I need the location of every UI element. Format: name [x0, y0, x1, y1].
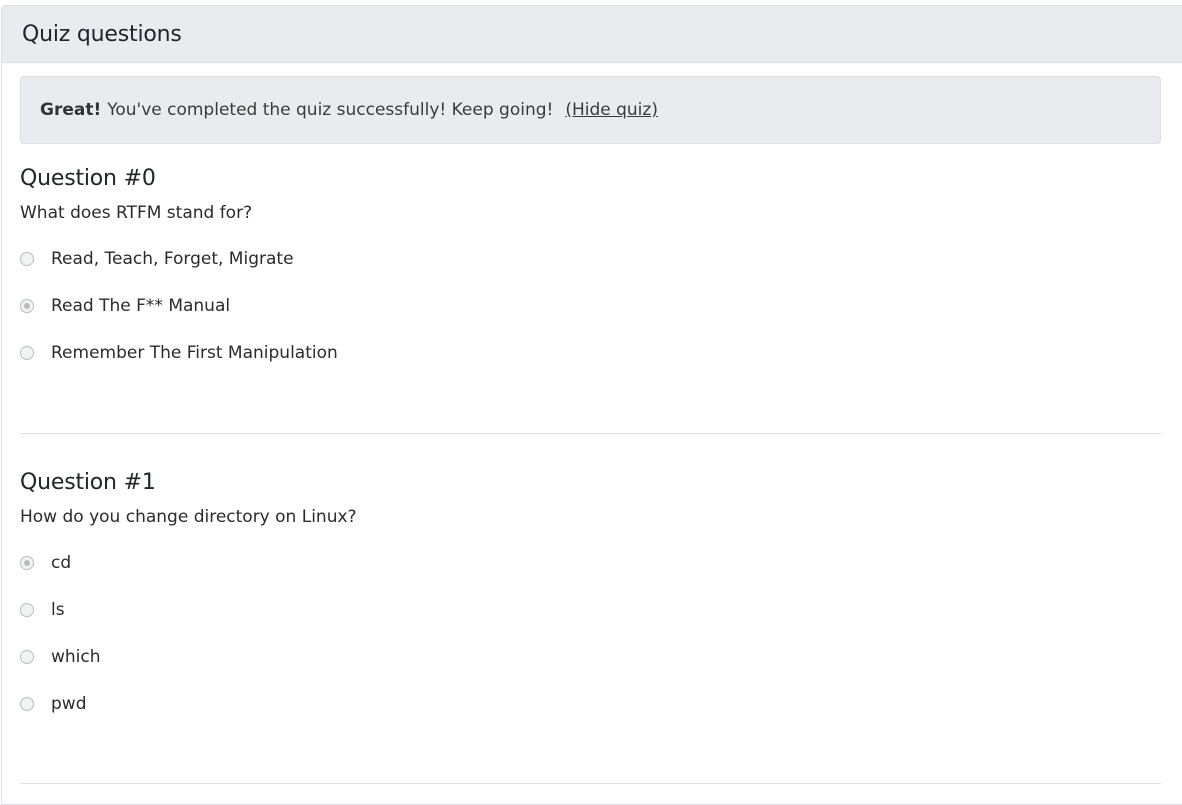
answer-label: which — [51, 646, 101, 667]
question-1: Question #1 How do you change directory … — [20, 470, 1161, 727]
radio-button[interactable] — [20, 298, 34, 313]
answer-option[interactable]: ls — [20, 586, 1161, 633]
question-text: How do you change directory on Linux? — [20, 507, 357, 527]
alert-message: You've completed the quiz successfully! … — [107, 100, 554, 120]
question-text: What does RTFM stand for? — [20, 203, 253, 223]
answer-label: Read, Teach, Forget, Migrate — [51, 248, 294, 269]
answer-option[interactable]: cd — [20, 539, 1161, 586]
answer-label: Remember The First Manipulation — [51, 342, 338, 363]
answer-label: ls — [51, 599, 65, 620]
answer-label: Read The F** Manual — [51, 295, 231, 316]
answer-label: pwd — [51, 693, 87, 714]
answer-option[interactable]: pwd — [20, 680, 1161, 727]
success-alert: Great! You've completed the quiz success… — [20, 76, 1161, 144]
radio-button[interactable] — [20, 555, 34, 570]
answer-label: cd — [51, 552, 72, 573]
question-title: Question #1 — [20, 470, 156, 495]
answer-option[interactable]: which — [20, 633, 1161, 680]
question-title: Question #0 — [20, 166, 156, 191]
alert-strong: Great! — [40, 100, 102, 120]
hide-quiz-link[interactable]: (Hide quiz) — [565, 100, 658, 120]
radio-button[interactable] — [20, 602, 34, 617]
question-0: Question #0 What does RTFM stand for? Re… — [20, 166, 1161, 376]
radio-button[interactable] — [20, 696, 34, 711]
card-header: Quiz questions — [2, 6, 1182, 63]
answer-option[interactable]: Read The F** Manual — [20, 282, 1161, 329]
radio-button[interactable] — [20, 345, 34, 360]
answer-option[interactable]: Read, Teach, Forget, Migrate — [20, 235, 1161, 282]
question-divider — [20, 783, 1161, 784]
radio-button[interactable] — [20, 251, 34, 266]
question-divider — [20, 433, 1161, 434]
card-title: Quiz questions — [22, 21, 182, 47]
answer-option[interactable]: Remember The First Manipulation — [20, 329, 1161, 376]
radio-button[interactable] — [20, 649, 34, 664]
